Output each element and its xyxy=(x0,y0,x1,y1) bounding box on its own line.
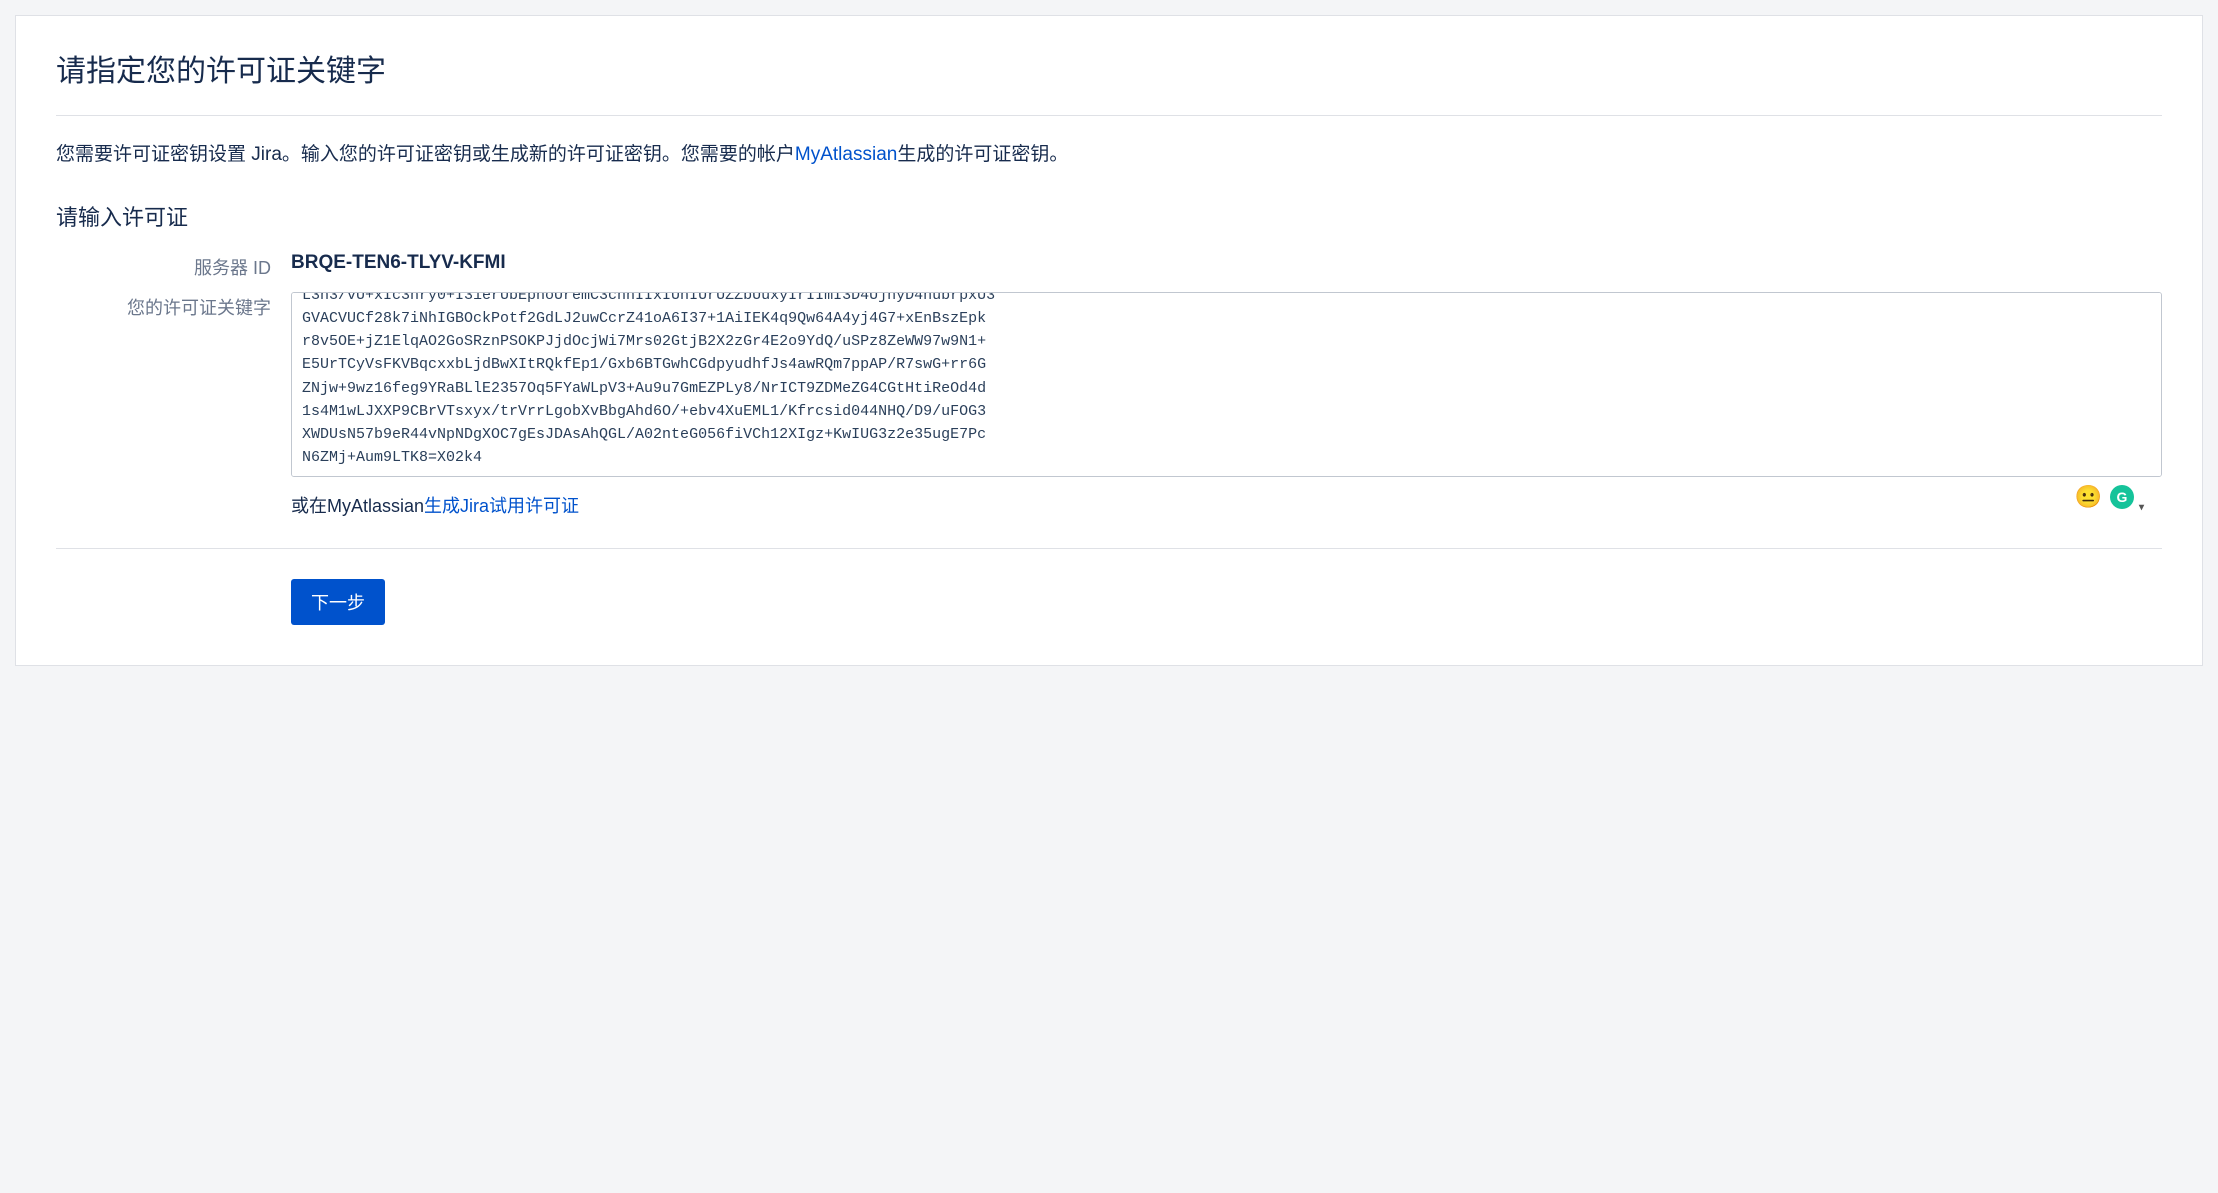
page-title: 请指定您的许可证关键字 xyxy=(56,46,2162,116)
button-spacer xyxy=(56,579,291,625)
license-key-row: 您的许可证关键字 😐 G 或在MyAtlassian生成Jira试用许可证 xyxy=(56,292,2162,518)
license-description: 您需要许可证密钥设置 Jira。输入您的许可证密钥或生成新的许可证密钥。您需要的… xyxy=(56,141,2162,170)
license-setup-card: 请指定您的许可证关键字 您需要许可证密钥设置 Jira。输入您的许可证密钥或生成… xyxy=(15,15,2203,666)
license-key-label: 您的许可证关键字 xyxy=(56,292,291,320)
button-row: 下一步 xyxy=(56,579,2162,625)
section-header: 请输入许可证 xyxy=(56,200,2162,232)
description-part2: 生成的许可证密钥。 xyxy=(897,144,1068,165)
server-id-row: 服务器 ID BRQE-TEN6-TLYV-KFMI xyxy=(56,252,2162,280)
next-button[interactable]: 下一步 xyxy=(291,579,385,625)
form-divider xyxy=(56,548,2162,549)
hint-prefix: 或在MyAtlassian xyxy=(291,496,424,516)
emoji-icon[interactable]: 😐 xyxy=(2075,484,2102,510)
grammarly-icon[interactable]: G xyxy=(2110,485,2134,509)
license-hint: 或在MyAtlassian生成Jira试用许可证 xyxy=(291,492,2162,518)
license-key-textarea[interactable] xyxy=(291,292,2162,477)
generate-trial-link[interactable]: 生成Jira试用许可证 xyxy=(424,496,579,516)
myatlassian-link[interactable]: MyAtlassian xyxy=(795,144,897,165)
license-textarea-wrap: 😐 G 或在MyAtlassian生成Jira试用许可证 xyxy=(291,292,2162,518)
server-id-value: BRQE-TEN6-TLYV-KFMI xyxy=(291,252,2162,274)
textarea-overlay-icons: 😐 G xyxy=(2075,484,2134,510)
server-id-label: 服务器 ID xyxy=(56,252,291,280)
description-part1: 您需要许可证密钥设置 Jira。输入您的许可证密钥或生成新的许可证密钥。您需要的… xyxy=(56,144,795,165)
